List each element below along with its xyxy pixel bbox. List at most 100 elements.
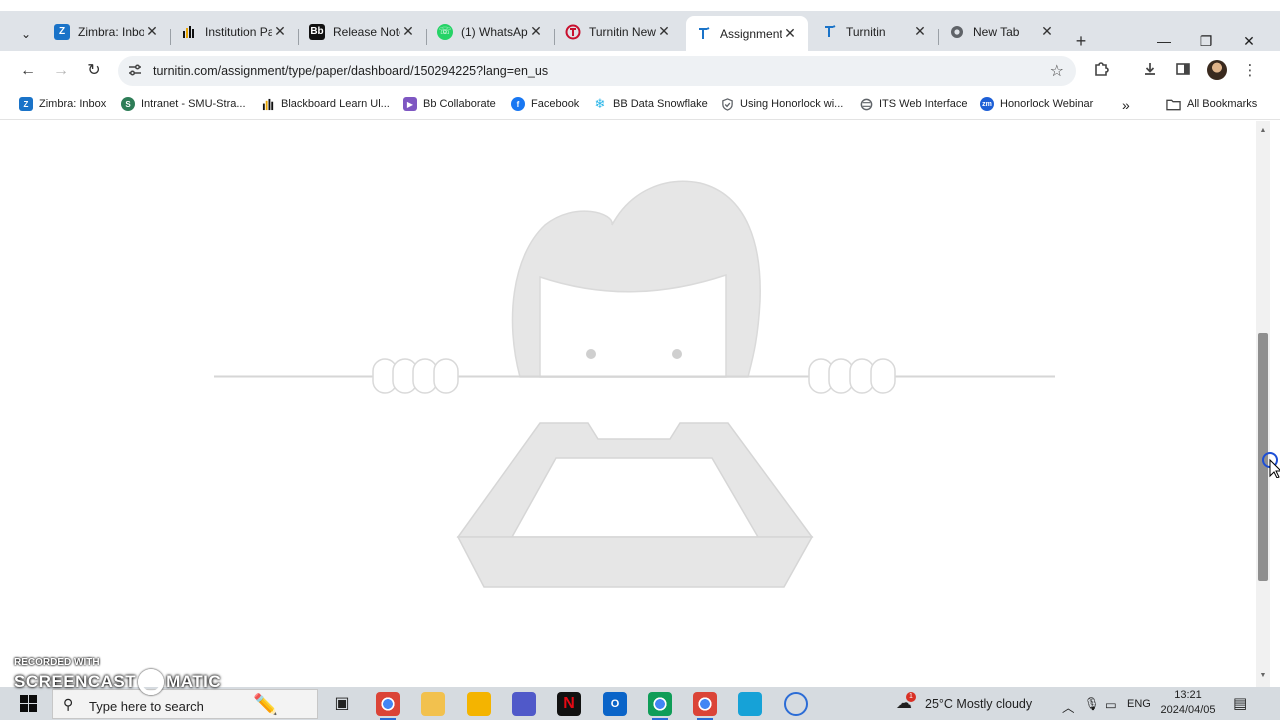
tab-turnitin[interactable]: Turnitin ✕ [812,17,938,46]
tab-title: Release Notes [333,24,400,39]
chrome-taskbar-icon[interactable] [376,692,400,720]
teams-icon[interactable] [512,692,536,716]
close-icon[interactable]: ✕ [1039,23,1055,40]
windows-start-icon[interactable] [20,695,37,712]
bookmark-label: BB Data Snowflake [613,98,708,110]
close-icon[interactable]: ✕ [144,23,160,40]
tab-title: Institution Page [205,24,272,39]
tab-assignment[interactable]: Assignment ✕ [686,16,808,51]
bookmark-bb-data-snowflake[interactable]: ❄ BB Data Snowflake [593,96,708,111]
forward-arrow-icon[interactable]: → [50,60,72,82]
watermark-brand-right: MATIC [166,672,222,691]
bookmark-blackboard-learn[interactable]: Blackboard Learn Ul... [261,97,390,111]
file-explorer-icon[interactable] [421,692,445,716]
close-icon[interactable]: ✕ [528,23,544,40]
page-scrollbar[interactable]: ▲ ▼ [1256,121,1270,687]
download-icon[interactable] [1140,61,1160,81]
all-bookmarks-folder[interactable]: All Bookmarks [1165,97,1257,111]
tab-zimbra[interactable]: Z Zimbra: Inbox ✕ [44,17,170,46]
new-tab-plus-icon[interactable]: + [1071,31,1091,51]
watermark-brand-left: SCREENCAST [14,672,137,691]
close-icon[interactable]: ✕ [782,25,798,42]
outlook-icon[interactable]: O [603,692,627,716]
tab-institution[interactable]: Institution Page ✕ [171,17,298,46]
network-icon[interactable]: ▭ [1105,697,1117,712]
taskbar-clock[interactable]: 13:21 2024/04/05 [1160,688,1216,718]
facebook-icon: f [511,97,525,111]
back-arrow-icon[interactable]: ← [17,60,39,82]
collaborate-play-icon: ▶ [403,97,417,111]
task-view-icon[interactable]: ▣ [330,692,354,716]
scroll-up-arrow-icon[interactable]: ▲ [1258,127,1268,134]
bookmark-intranet[interactable]: S Intranet - SMU-Stra... [121,97,246,111]
right-hand [808,358,896,394]
bookmark-zimbra[interactable]: Z Zimbra: Inbox [19,97,106,111]
bookmark-bb-collaborate[interactable]: ▶ Bb Collaborate [403,97,496,111]
bookmark-star-icon[interactable]: ☆ [1050,61,1064,81]
tab-title: Assignment [720,26,782,41]
tab-new-tab[interactable]: New Tab ✕ [939,17,1065,46]
tab-title: New Tab [973,24,1020,39]
search-highlight-icon: ✏️ [253,694,278,716]
bookmark-facebook[interactable]: f Facebook [511,97,579,111]
extensions-puzzle-icon[interactable] [1091,61,1111,81]
bookmark-label: Blackboard Learn Ul... [281,98,390,110]
recording-watermark: RECORDED WITH SCREENCAST MATIC [14,657,221,695]
more-bookmarks-chevron-icon[interactable]: » [1122,97,1130,113]
minimize-icon[interactable]: — [1154,33,1174,49]
globe-icon [859,97,873,111]
restore-icon[interactable]: ❐ [1196,33,1216,50]
close-icon[interactable]: ✕ [400,23,416,40]
tray-chevron-up-icon[interactable]: ︿ [1062,697,1075,716]
search-icon: ⚲ [63,696,74,712]
cloud-app-icon[interactable] [738,692,762,716]
screen: ⌄ Z Zimbra: Inbox ✕ Institution Page ✕ B… [0,0,1280,720]
tab-strip: ⌄ Z Zimbra: Inbox ✕ Institution Page ✕ B… [0,11,1280,51]
tab-search-chevron-down-icon[interactable]: ⌄ [14,22,38,46]
chrome-profile-icon[interactable] [693,692,717,720]
scroll-down-arrow-icon[interactable]: ▼ [1258,672,1268,679]
more-menu-icon[interactable]: ⋮ [1240,61,1260,81]
microphone-icon[interactable]: 🎙 [1084,697,1100,712]
screencast-app-icon[interactable] [784,692,808,716]
bookmark-label: Using Honorlock wi... [740,98,844,110]
bookmark-label: All Bookmarks [1187,98,1258,110]
left-eye [586,349,596,359]
tab-whatsapp[interactable]: ☏ (1) WhatsApp ✕ [427,17,554,46]
power-bi-icon[interactable] [467,692,491,716]
page-content [0,121,1255,687]
bookmark-honorlock-webinar[interactable]: zm Honorlock Webinar [980,97,1093,111]
snowflake-icon: ❄ [594,96,606,111]
empty-tray [456,422,814,588]
sharepoint-icon: S [121,97,135,111]
tab-turnitin-new[interactable]: Turnitin New ✕ [555,17,682,46]
chrome-profile-bb-icon[interactable] [648,692,672,720]
clock-date: 2024/04/05 [1160,704,1216,716]
bookmarks-bar: Z Zimbra: Inbox S Intranet - SMU-Stra...… [0,91,1280,120]
netflix-icon[interactable]: N [557,692,581,716]
tab-release-notes[interactable]: Bb Release Notes ✕ [299,17,426,46]
shield-check-icon [720,97,734,111]
site-settings-icon[interactable] [128,63,142,80]
bookmark-honorlock[interactable]: Using Honorlock wi... [720,97,843,111]
window-close-icon[interactable]: ✕ [1239,33,1259,50]
bookmark-its-web-interface[interactable]: ITS Web Interface [859,97,967,111]
reload-icon[interactable]: ↻ [83,60,105,82]
language-indicator[interactable]: ENG [1127,698,1151,710]
profile-avatar[interactable] [1207,60,1227,80]
address-bar[interactable]: turnitin.com/assignment/type/paper/dashb… [118,56,1076,86]
zimbra-icon: Z [54,23,70,40]
close-icon[interactable]: ✕ [912,23,928,40]
side-panel-icon[interactable] [1173,61,1193,81]
browser-toolbar: ← → ↻ turnitin.com/assignment/type/paper… [0,51,1280,91]
weather-text[interactable]: 25°C Mostly cloudy [925,697,1032,711]
bookmark-label: Facebook [531,98,580,110]
watermark-brand: SCREENCAST MATIC [14,669,221,695]
close-icon[interactable]: ✕ [656,23,672,40]
left-hand [372,358,459,394]
close-icon[interactable]: ✕ [272,23,288,40]
empty-inbox-illustration [214,180,1055,588]
weather-alert-badge: 1 [906,692,916,702]
notifications-icon[interactable]: ▤ [1233,694,1247,712]
tab-title: Turnitin New [589,24,656,39]
